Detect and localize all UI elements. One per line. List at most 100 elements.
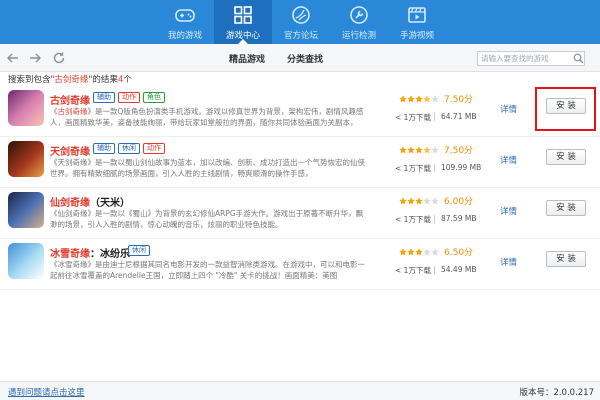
install-button[interactable]: 安 装	[546, 200, 586, 216]
star-icon	[431, 95, 439, 103]
nav-label: 游戏中心	[225, 31, 260, 41]
star-icon	[407, 95, 415, 103]
summary-suffix: 个	[123, 75, 132, 85]
game-description: 《仙剑奇缘》是一款以《蜀山》为背景的玄幻修仙ARPG手游大作。游戏出于原著不断升…	[50, 208, 368, 230]
game-tags: 休闲	[128, 245, 153, 256]
nav-item-forum[interactable]: 官方论坛	[272, 0, 330, 44]
arrow-right-icon	[30, 53, 41, 63]
detail-link[interactable]: 详情	[500, 256, 517, 268]
download-count: < 1万下载	[395, 164, 431, 173]
star-icon	[399, 95, 407, 103]
desc-text: 《	[50, 107, 58, 116]
star-icon	[407, 146, 415, 154]
rating-score: 7.50分	[444, 95, 474, 105]
search-input[interactable]	[477, 51, 585, 66]
refresh-button[interactable]	[51, 50, 67, 66]
help-link[interactable]: 遇到问题请点击这里	[8, 386, 85, 398]
game-tags: 辅助 休闲 动作	[93, 143, 168, 154]
file-size: 64.71 MB	[441, 112, 477, 121]
status-bar: 遇到问题请点击这里 版本号：2.0.0.217	[0, 381, 600, 400]
game-thumbnail[interactable]	[8, 141, 44, 177]
star-icon	[399, 146, 407, 154]
install-button[interactable]: 安 装	[546, 251, 586, 267]
nav-item-my-games[interactable]: 我的游戏	[156, 0, 214, 44]
arrow-left-icon	[7, 53, 18, 63]
star-icon	[415, 146, 423, 154]
star-icon	[423, 197, 431, 205]
file-size: 54.49 MB	[441, 265, 477, 274]
download-count: < 1万下载	[395, 215, 431, 224]
desc-keyword: 古剑奇缘	[57, 107, 88, 116]
file-size: 109.99 MB	[441, 163, 482, 172]
nav-label: 我的游戏	[167, 31, 202, 41]
game-title[interactable]: 冰雪奇缘：冰纷乐	[50, 245, 130, 260]
list-item: 天剑奇缘 辅助 休闲 动作 《天剑奇缘》是一款以蜀山剑仙故事为蓝本，加以改编、创新、…	[0, 137, 600, 188]
rating-stars	[399, 95, 439, 103]
grid-icon	[234, 6, 252, 24]
search-summary: 搜索到包含"古剑奇缘"的结果4个	[8, 73, 132, 85]
divider	[434, 266, 435, 274]
top-nav-bar: 我的游戏 游戏中心 官方论坛 运行检测 手游视频	[0, 0, 600, 44]
nav-item-videos[interactable]: 手游视频	[388, 0, 446, 44]
divider	[434, 164, 435, 172]
tag-badge: 辅助	[93, 143, 115, 154]
rating-score: 6.00分	[444, 197, 474, 207]
star-icon	[415, 197, 423, 205]
back-button[interactable]	[5, 50, 21, 66]
tab-category-search[interactable]: 分类查找	[287, 52, 323, 65]
game-title[interactable]: 仙剑奇缘（天米）	[50, 194, 130, 209]
summary-prefix: 搜索到包含"	[8, 75, 55, 85]
version-label: 版本号：2.0.0.217	[519, 388, 594, 398]
star-icon	[423, 95, 431, 103]
game-thumbnail[interactable]	[8, 90, 44, 126]
wrench-icon	[350, 6, 368, 24]
summary-mid: "的结果	[88, 75, 118, 85]
tab-featured-games[interactable]: 精品游戏	[229, 52, 265, 65]
main-nav: 我的游戏 游戏中心 官方论坛 运行检测 手游视频	[0, 0, 600, 44]
download-count: < 1万下载	[395, 113, 431, 122]
file-size: 87.59 MB	[441, 214, 477, 223]
game-tags: 辅助 动作 角色	[93, 92, 168, 103]
rating-score: 6.50分	[444, 248, 474, 258]
desc-text: 《冰雪奇缘》是由迪士尼根据其同名电影开发的一款益智消除类游戏。在游戏中，可以和电…	[50, 260, 365, 280]
divider	[434, 215, 435, 223]
nav-item-run-check[interactable]: 运行检测	[330, 0, 388, 44]
game-title[interactable]: 古剑奇缘	[50, 92, 90, 107]
tag-badge: 辅助	[93, 92, 115, 103]
game-description: 《古剑奇缘》是一款Q版角色扮演类手机游戏。游戏以修真世界为背景，架构宏伟，剧情风…	[50, 106, 368, 128]
tag-badge: 动作	[118, 92, 140, 103]
list-item: 仙剑奇缘（天米） 《仙剑奇缘》是一款以《蜀山》为背景的玄幻修仙ARPG手游大作。…	[0, 188, 600, 239]
tag-badge: 休闲	[118, 143, 140, 154]
list-item: 古剑奇缘 辅助 动作 角色 《古剑奇缘》是一款Q版角色扮演类手机游戏。游戏以修真世界…	[0, 86, 600, 137]
nav-item-game-center[interactable]: 游戏中心	[214, 0, 272, 44]
rating-stars	[399, 146, 439, 154]
star-icon	[415, 248, 423, 256]
install-highlight-box	[535, 87, 596, 131]
install-button[interactable]: 安 装	[546, 149, 586, 165]
star-icon	[431, 248, 439, 256]
desc-text: 《天剑奇缘》是一款以蜀山剑仙故事为蓝本，加以改编、创新、成功打造出一个气势恢宏的…	[50, 158, 365, 178]
game-description: 《冰雪奇缘》是由迪士尼根据其同名电影开发的一款益智消除类游戏。在游戏中，可以和电…	[50, 259, 368, 281]
game-title[interactable]: 天剑奇缘	[50, 143, 90, 158]
summary-keyword: 古剑奇缘	[54, 75, 89, 85]
detail-link[interactable]: 详情	[500, 205, 517, 217]
rating-stars	[399, 197, 439, 205]
nav-label: 运行检测	[341, 31, 376, 41]
game-thumbnail[interactable]	[8, 192, 44, 228]
nav-label: 官方论坛	[283, 31, 318, 41]
star-icon	[399, 197, 407, 205]
forward-button[interactable]	[27, 50, 43, 66]
tag-badge: 动作	[143, 143, 165, 154]
divider	[434, 113, 435, 121]
detail-link[interactable]: 详情	[500, 154, 517, 166]
game-thumbnail[interactable]	[8, 243, 44, 279]
detail-link[interactable]: 详情	[500, 103, 517, 115]
star-icon	[423, 248, 431, 256]
search-icon[interactable]	[573, 53, 584, 64]
rating-stars	[399, 248, 439, 256]
refresh-icon	[53, 52, 65, 64]
rating-score: 7.50分	[444, 146, 474, 156]
star-icon	[407, 248, 415, 256]
star-icon	[407, 197, 415, 205]
desc-text: 《仙剑奇缘》是一款以《蜀山》为背景的玄幻修仙ARPG手游大作。游戏出于原著不断升…	[50, 209, 364, 229]
